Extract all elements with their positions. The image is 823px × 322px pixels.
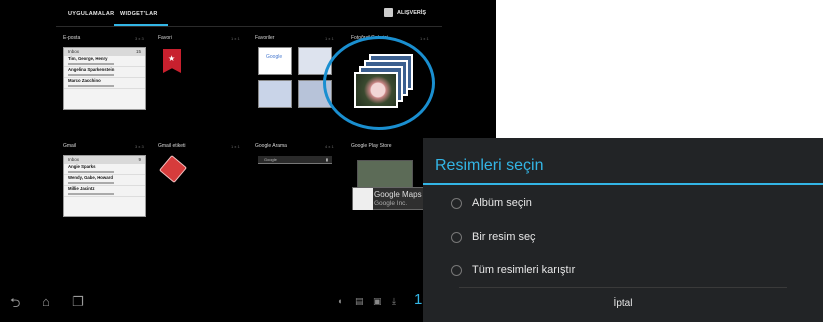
label-tag-icon[interactable] [158,154,188,184]
option-single-image[interactable]: Bir resim seç [451,231,536,243]
recent-apps-icon[interactable]: ❐ [72,295,84,308]
tabbar-divider [56,26,442,27]
favorites-thumb[interactable] [258,80,292,108]
list-item: Wendy, Gabe, Howard [64,175,145,186]
play-app-developer: Google Inc. [374,200,408,207]
cancel-button[interactable]: İptal [423,298,823,309]
option-label: Bir resim seç [472,231,536,243]
gmail-inbox-header: Inbox [68,157,80,162]
radio-unchecked-icon[interactable] [451,231,462,243]
widget-size-favorites: 1 x 1 [325,36,334,41]
widget-size-gallery: 1 x 1 [420,36,429,41]
tab-apps[interactable]: UYGULAMALAR [68,11,114,17]
gmail-widget-preview[interactable]: Inbox 9 Angie Sparks Wendy, Gabe, Howard … [63,155,146,217]
list-item: Tim, George, Henry [64,56,145,67]
option-album[interactable]: Albüm seçin [451,197,532,209]
widget-label-favorites: Favoriler [255,35,275,41]
widget-size-gmail-label: 1 x 1 [231,144,240,149]
option-label: Tüm resimleri karıştır [472,264,576,276]
widget-label-email: E-posta [63,35,81,41]
home-icon[interactable]: ⌂ [42,295,50,308]
option-shuffle-all[interactable]: Tüm resimleri karıştır [451,264,575,276]
list-item: Marco Zacchino [64,78,145,89]
widget-size-email: 3 x 3 [135,36,144,41]
download-icon: ⤓ [392,296,396,306]
list-item: Angie Sparks [64,164,145,175]
play-app-name: Google Maps [374,190,422,199]
widget-label-google-search: Google Arama [255,143,287,149]
list-item: Millie Jacintz [64,186,145,197]
tab-widgets[interactable]: WIDGET'LAR [120,11,158,17]
shopping-bag-icon [384,8,393,17]
list-item: Angelina Sparkenstein [64,67,145,78]
email-count: 15 [135,49,141,54]
headset-icon: ◖ [337,296,343,306]
dialog-title: Resimleri seçin [435,157,544,174]
tablet-screen: UYGULAMALAR WIDGET'LAR ALIŞVERİŞ E-posta… [0,0,496,322]
bookmark-icon[interactable]: ★ [163,49,181,73]
screenshot-icon: ▣ [373,296,382,306]
widget-label-gmail: Gmail [63,143,77,149]
widget-tabbar: UYGULAMALAR WIDGET'LAR ALIŞVERİŞ [0,0,496,28]
widget-label-gmail-label: Gmail etiketi [158,143,186,149]
search-placeholder: Google [264,157,277,162]
mic-icon: ▮ [325,157,328,162]
shop-label: ALIŞVERİŞ [397,9,427,16]
favorites-google-text: Google [266,54,283,60]
keyboard-icon: ▤ [355,296,364,306]
back-icon[interactable]: ⮌ [10,296,20,309]
dialog-title-divider [423,183,823,185]
radio-unchecked-icon[interactable] [451,197,462,209]
widget-label-play-store: Google Play Store [351,143,392,149]
maps-app-icon [353,188,373,210]
dialog-button-divider [459,287,787,288]
play-store-preview [357,160,413,188]
gmail-count: 9 [138,157,141,162]
widget-size-gmail: 3 x 3 [135,144,144,149]
widget-size-favorite: 1 x 1 [231,36,240,41]
select-images-dialog: Resimleri seçin Albüm seçin Bir resim se… [423,138,823,322]
widget-label-favorite: Favori [158,35,172,41]
option-label: Albüm seçin [472,197,532,209]
star-icon: ★ [168,54,176,63]
shop-button[interactable]: ALIŞVERİŞ [384,8,426,17]
email-widget-preview[interactable]: Inbox 15 Tim, George, Henry Angelina Spar… [63,47,146,110]
gallery-photo-flower[interactable] [354,72,398,108]
favorites-thumb[interactable]: Google [258,47,292,75]
email-inbox-header: Inbox [68,49,80,54]
radio-unchecked-icon[interactable] [451,264,462,276]
play-store-widget[interactable]: Google Maps Google Inc. [352,187,424,210]
widget-size-google-search: 4 x 1 [325,144,334,149]
google-search-bar[interactable]: Google ▮ [258,156,332,164]
